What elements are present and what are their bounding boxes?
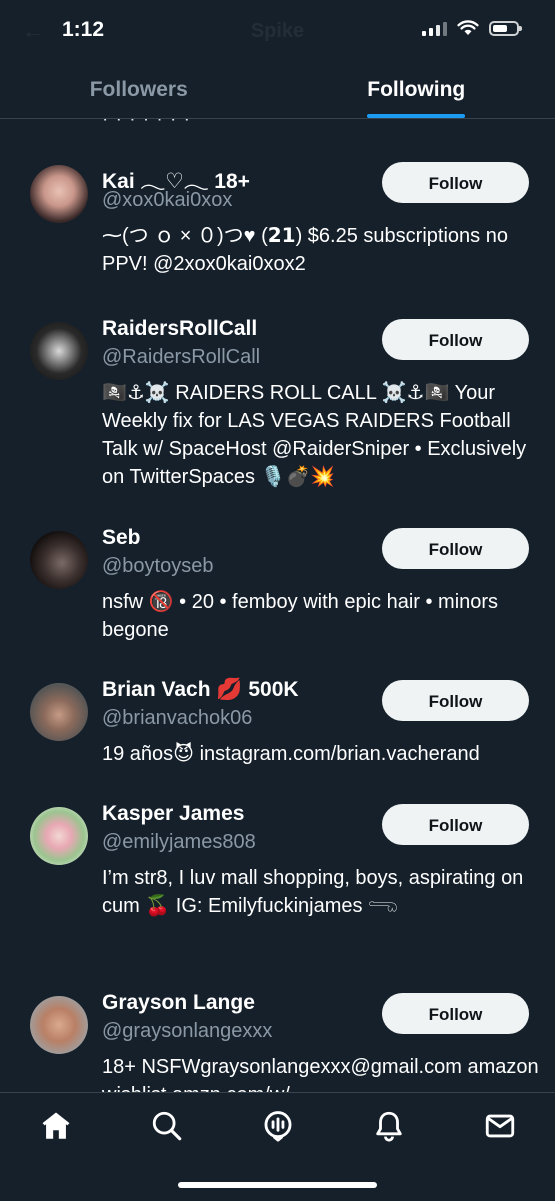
spaces-icon[interactable] [261, 1109, 295, 1143]
status-icons [422, 20, 519, 36]
follow-button[interactable]: Follow [382, 993, 529, 1034]
notifications-icon[interactable] [372, 1109, 406, 1143]
user-bio: I’m str8, I luv mall shopping, boys, asp… [102, 864, 542, 920]
avatar[interactable] [30, 683, 88, 741]
user-bio: 18+ NSFWgraysonlangexxx@gmail.com amazon… [102, 1053, 542, 1092]
user-row[interactable]: Kasper James @emilyjames808 I’m str8, I … [0, 802, 555, 962]
tab-bar: Followers Following [0, 62, 555, 119]
user-bio: nsfw 🔞 • 20 • femboy with epic hair • mi… [102, 588, 542, 644]
user-bio: ⁓(つ ｏ × ０)つ♥ (𝟮𝟭) $6.25 subscriptions no… [102, 222, 542, 278]
status-bar: ← Spike 1:12 [0, 0, 555, 62]
tab-following-label: Following [367, 78, 465, 101]
avatar[interactable] [30, 996, 88, 1054]
user-row[interactable]: Brian Vach 💋 500K @brianvachok06 19 años… [0, 678, 555, 778]
user-handle[interactable]: @graysonlangexxx [102, 1020, 272, 1043]
follow-button[interactable]: Follow [382, 528, 529, 569]
user-name[interactable]: RaidersRollCall [102, 317, 257, 341]
battery-icon [489, 21, 519, 36]
user-name[interactable]: Grayson Lange [102, 991, 255, 1015]
follow-button[interactable]: Follow [382, 319, 529, 360]
tab-followers-label: Followers [90, 78, 188, 101]
avatar[interactable] [30, 531, 88, 589]
follow-button[interactable]: Follow [382, 804, 529, 845]
tab-following[interactable]: Following [278, 62, 555, 118]
user-row[interactable]: Grayson Lange @graysonlangexxx 18+ NSFWg… [0, 991, 555, 1092]
active-tab-indicator [367, 114, 465, 118]
wifi-icon [457, 20, 479, 36]
avatar[interactable] [30, 807, 88, 865]
user-handle[interactable]: @RaidersRollCall [102, 346, 260, 369]
user-handle[interactable]: @brianvachok06 [102, 707, 252, 730]
user-name[interactable]: Kasper James [102, 802, 244, 826]
avatar[interactable] [30, 165, 88, 223]
user-handle[interactable]: @xox0kai0xox [102, 189, 232, 212]
user-row[interactable]: RaidersRollCall @RaidersRollCall 🏴‍☠️⚓☠️… [0, 317, 555, 507]
avatar[interactable] [30, 322, 88, 380]
home-icon[interactable] [39, 1109, 73, 1143]
follow-button[interactable]: Follow [382, 680, 529, 721]
home-indicator[interactable] [178, 1182, 377, 1188]
user-row[interactable]: Kai 𓂃♡𓂃 18+ @xox0kai0xox ⁓(つ ｏ × ０)つ♥ (𝟮… [0, 160, 555, 290]
user-name[interactable]: Brian Vach 💋 500K [102, 678, 299, 702]
status-time: 1:12 [62, 18, 104, 42]
user-name[interactable]: Seb [102, 526, 141, 550]
follow-button[interactable]: Follow [382, 162, 529, 203]
user-row[interactable]: Seb @boytoyseb nsfw 🔞 • 20 • femboy with… [0, 526, 555, 656]
tab-followers[interactable]: Followers [0, 62, 278, 118]
user-handle[interactable]: @emilyjames808 [102, 831, 256, 854]
user-handle[interactable]: @boytoyseb [102, 555, 213, 578]
cellular-signal-icon [422, 20, 447, 36]
user-bio: 🏴‍☠️⚓☠️ RAIDERS ROLL CALL ☠️⚓🏴‍☠️ Your W… [102, 379, 542, 491]
search-icon[interactable] [150, 1109, 184, 1143]
following-list[interactable]: · · · · · · · Kai 𓂃♡𓂃 18+ @xox0kai0xox ⁓… [0, 119, 555, 1092]
user-bio: 19 años😈 instagram.com/brian.vacherand [102, 740, 542, 768]
scrolled-off-text: · · · · · · · [102, 119, 191, 131]
messages-icon[interactable] [483, 1109, 517, 1143]
